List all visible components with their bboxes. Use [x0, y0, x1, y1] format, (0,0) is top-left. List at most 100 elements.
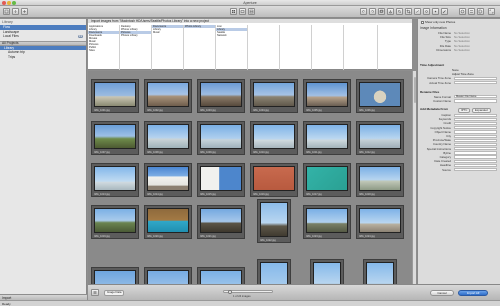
stamp-icon — [389, 10, 392, 14]
browser-column-7[interactable] — [280, 25, 312, 70]
thumbnail-label: IMG_1018.jpg — [359, 192, 375, 196]
photo-image — [306, 166, 348, 191]
browser-column-4[interactable]: iPhoto Library — [184, 25, 216, 70]
thumbnail[interactable]: IMG_1008.jpg — [144, 121, 192, 155]
thumbnail[interactable]: IMG_1014.jpg — [144, 163, 192, 197]
thumbnail-size-slider[interactable] — [223, 289, 273, 294]
browser-item[interactable]: Photos Library — [120, 34, 151, 37]
info-value: No Selection — [454, 47, 470, 52]
thumbnail[interactable] — [91, 267, 139, 284]
window-title: Aperture — [243, 1, 257, 5]
thumbnail[interactable]: IMG_1017.jpg — [303, 163, 351, 197]
image-count-text: 1 of 24 images — [233, 295, 251, 298]
spot-patch-button[interactable] — [432, 8, 439, 15]
thumbnail[interactable]: IMG_1002.jpg — [144, 79, 192, 113]
adjustments-button[interactable] — [468, 8, 475, 15]
thumbnail[interactable]: IMG_1016.jpg — [250, 163, 298, 197]
thumbnail[interactable]: IMG_1015.jpg — [197, 163, 245, 197]
show-new-checkbox[interactable] — [421, 20, 424, 24]
thumbnail[interactable]: IMG_1013.jpg — [91, 163, 139, 197]
thumbnail[interactable]: IMG_1007.jpg — [91, 121, 139, 155]
thumbnail[interactable]: IMG_1010.jpg — [250, 121, 298, 155]
browser-view-button[interactable] — [230, 8, 237, 15]
browser-column-9[interactable] — [344, 25, 378, 70]
library-item-label: Local Files — [3, 34, 19, 38]
redeye-button[interactable] — [423, 8, 430, 15]
info-icon — [460, 9, 465, 14]
thumbnail-label: IMG_1023.jpg — [306, 234, 322, 238]
thumbnail[interactable]: IMG_1022.jpg — [257, 199, 291, 243]
thumbnail-label: IMG_1011.jpg — [306, 150, 322, 154]
browser-column-8[interactable] — [312, 25, 344, 70]
metadata-field-input[interactable] — [454, 168, 497, 172]
thumbnail[interactable]: IMG_1020.jpg — [144, 205, 192, 239]
thumbnail[interactable]: IMG_1024.jpg — [356, 205, 404, 239]
straighten-button[interactable] — [414, 8, 421, 15]
browser-column-2[interactable]: Desktop iPhone Library Pictures Photos L… — [120, 25, 152, 70]
brush-button[interactable] — [441, 8, 448, 15]
thumbnail-label: IMG_1015.jpg — [200, 192, 216, 196]
slider-knob[interactable] — [228, 289, 232, 294]
thumbnail[interactable] — [310, 259, 344, 284]
split-view-button[interactable] — [248, 8, 255, 15]
browser-item[interactable]: Sites — [88, 49, 119, 52]
actual-time-zone-select[interactable] — [454, 81, 497, 85]
inspector-info-button[interactable] — [459, 8, 466, 15]
thumbnail[interactable]: IMG_1001.jpg — [91, 79, 139, 113]
loupe-button[interactable] — [396, 8, 403, 15]
rotate-left-button[interactable] — [360, 8, 367, 15]
new-project-button[interactable] — [21, 8, 28, 15]
thumbnail[interactable]: IMG_1006.jpg — [356, 79, 404, 113]
crop-button[interactable] — [405, 8, 412, 15]
thumbnail[interactable]: IMG_1003.jpg — [197, 79, 245, 113]
viewer-button[interactable] — [239, 8, 246, 15]
import-all-button[interactable]: Import All — [458, 290, 488, 296]
browser-item[interactable]: Network — [216, 34, 247, 37]
custom-name-input[interactable] — [454, 99, 497, 103]
thumbnail[interactable]: IMG_1012.jpg — [356, 121, 404, 155]
inspector-toggle-button[interactable] — [3, 8, 10, 15]
scroll-thumb[interactable] — [413, 77, 416, 103]
stack-button[interactable] — [378, 8, 385, 15]
photo-image — [359, 166, 401, 191]
thumbnail[interactable]: IMG_1004.jpg — [250, 79, 298, 113]
status-bar: Ready — [0, 300, 500, 306]
thumbnail-label: IMG_1003.jpg — [200, 108, 216, 112]
browser-column-6[interactable] — [248, 25, 280, 70]
browser-column-1[interactable]: Applications Library Documents Downloads… — [88, 25, 120, 70]
browser-column-3[interactable]: Documents Library Music — [152, 25, 184, 70]
cancel-button[interactable]: Cancel — [430, 290, 454, 296]
browser-item[interactable]: Music — [152, 31, 183, 34]
import-thumbnail-grid: IMG_1001.jpg IMG_1002.jpg IMG_1003.jpg I… — [88, 71, 412, 284]
browser-item[interactable]: iPhoto Library — [184, 25, 215, 28]
thumbnail[interactable]: IMG_1019.jpg — [91, 205, 139, 239]
library-item-local-files[interactable]: Local Files 33 — [0, 34, 86, 39]
library-item-label: Landscape — [3, 29, 20, 34]
import-button[interactable] — [12, 8, 19, 15]
browser-column-10[interactable] — [378, 25, 412, 70]
show-new-row[interactable]: Show only new Photos — [418, 19, 500, 25]
thumbnail[interactable] — [197, 267, 245, 284]
thumbnail[interactable]: IMG_1005.jpg — [303, 79, 351, 113]
fullscreen-icon — [489, 9, 494, 14]
keywords-button[interactable] — [477, 8, 484, 15]
thumbnail[interactable]: IMG_1018.jpg — [356, 163, 404, 197]
photo-image — [147, 82, 189, 107]
thumbnail[interactable] — [257, 259, 291, 284]
thumbnail[interactable] — [144, 267, 192, 284]
browser-column-5[interactable]: Lion Library Seattle Network — [216, 25, 248, 70]
thumbnail[interactable] — [363, 259, 397, 284]
thumbnail[interactable]: IMG_1023.jpg — [303, 205, 351, 239]
project-item-trips[interactable]: Trips — [0, 55, 86, 60]
full-screen-button[interactable] — [488, 8, 495, 15]
thumbnail[interactable]: IMG_1009.jpg — [197, 121, 245, 155]
thumbnail[interactable]: IMG_1021.jpg — [197, 205, 245, 239]
photo-image — [306, 124, 348, 149]
rotate-right-button[interactable] — [369, 8, 376, 15]
list-view-button[interactable] — [91, 289, 99, 296]
grid-scrollbar[interactable] — [412, 71, 416, 284]
view-mode-select[interactable]: Image Data — [104, 290, 125, 296]
item-count-badge: 33 — [77, 33, 83, 38]
lift-stamp-button[interactable] — [387, 8, 394, 15]
thumbnail[interactable]: IMG_1011.jpg — [303, 121, 351, 155]
